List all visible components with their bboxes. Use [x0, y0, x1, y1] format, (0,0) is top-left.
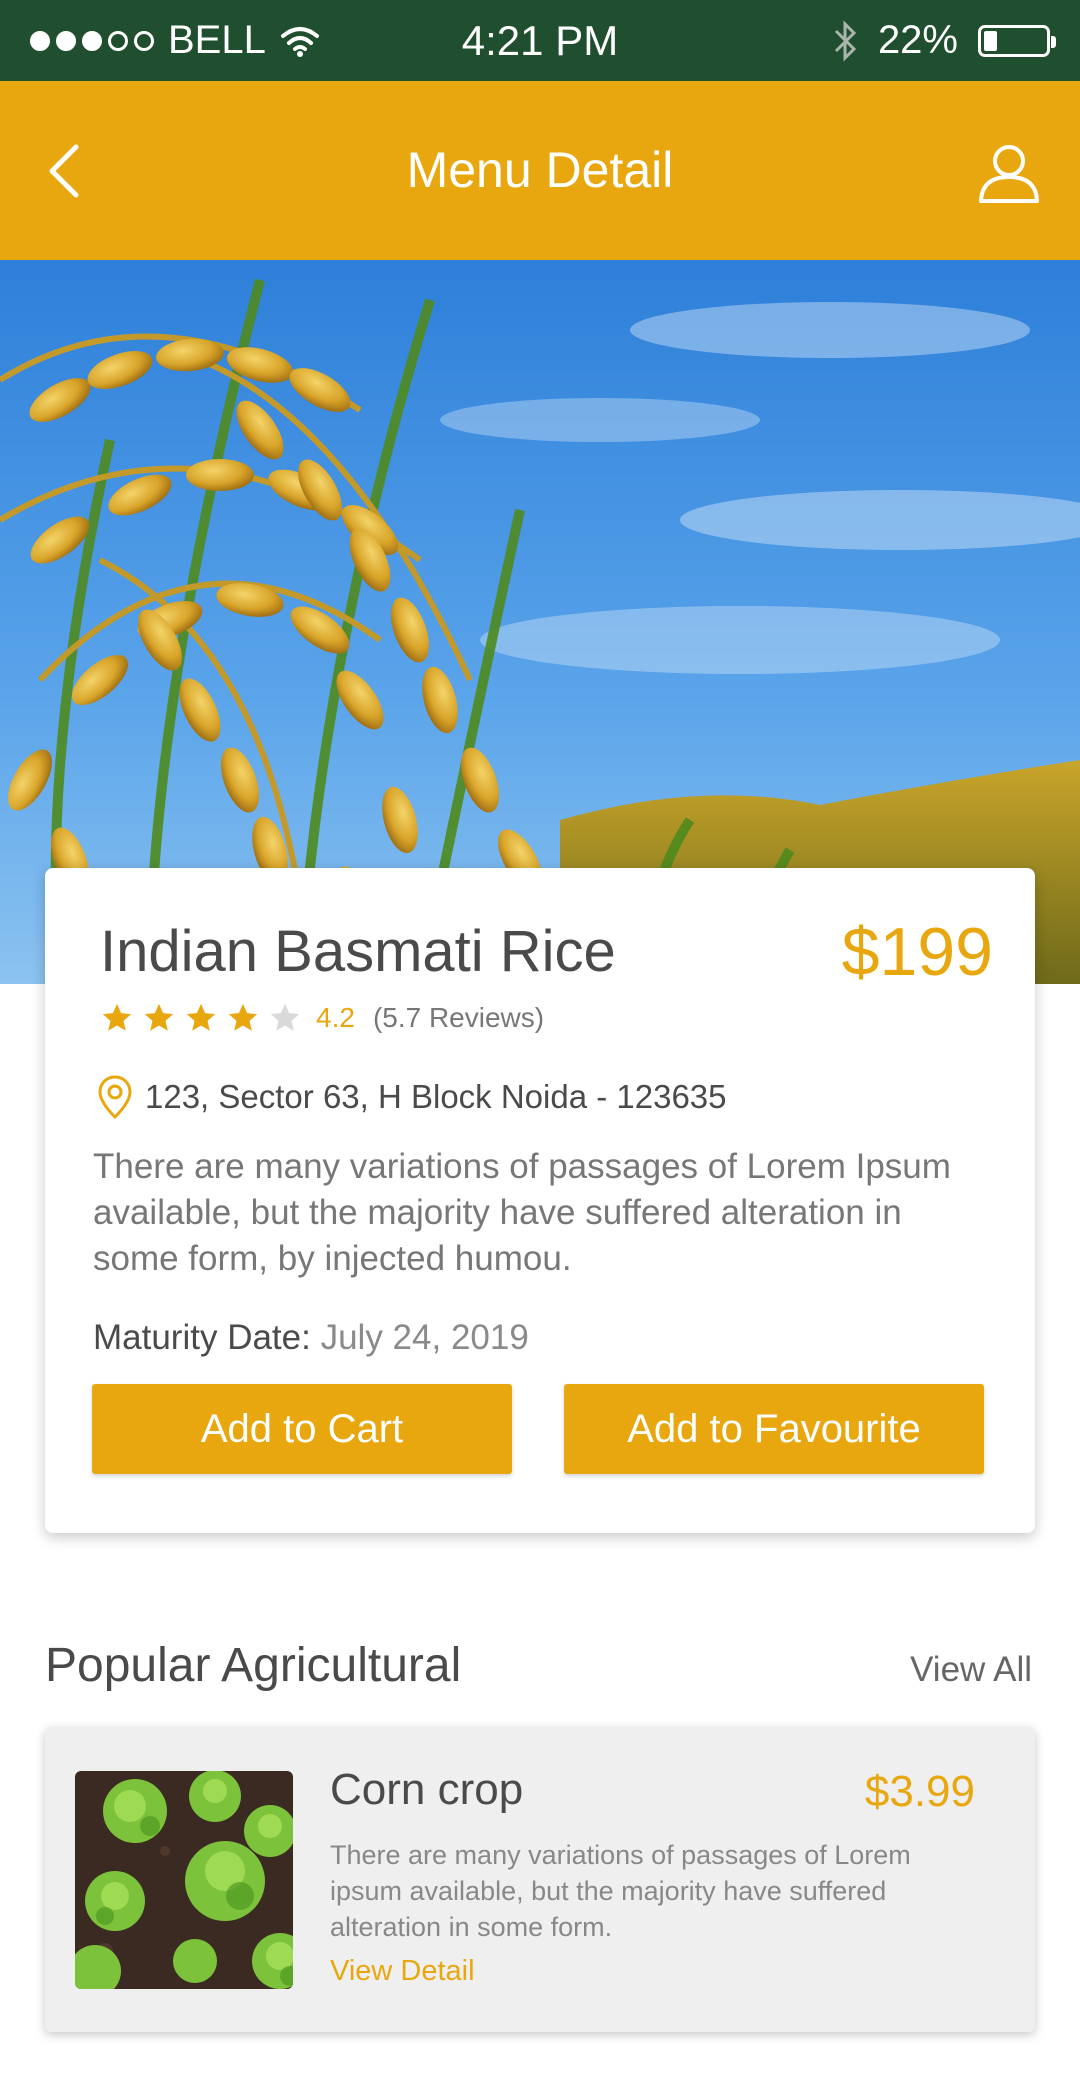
rating-row: 4.2 (5.7 Reviews) — [100, 996, 544, 1040]
view-detail-link[interactable]: View Detail — [330, 1955, 475, 1988]
battery-level — [984, 30, 997, 51]
item-price: $3.99 — [864, 1767, 975, 1816]
item-title: Corn crop — [330, 1765, 524, 1814]
bluetooth-icon — [834, 19, 857, 62]
maturity-date: Maturity Date: July 24, 2019 — [93, 1318, 529, 1358]
star-empty-icon — [270, 1003, 300, 1031]
maturity-value: July 24, 2019 — [320, 1318, 529, 1357]
star-filled-icon — [228, 1003, 258, 1031]
user-icon[interactable] — [978, 141, 1040, 203]
star-filled-icon — [102, 1003, 132, 1031]
item-description: There are many variations of passages of… — [330, 1840, 911, 1942]
rating-stars — [100, 1001, 310, 1035]
list-item[interactable]: Corn crop $3.99 There are many variation… — [45, 1727, 1035, 2032]
product-thumbnail — [75, 1771, 293, 1989]
page-title: Menu Detail — [406, 142, 674, 198]
location-row: 123, Sector 63, H Block Noida - 123635 — [97, 1074, 727, 1120]
product-description: There are many variations of passages of… — [93, 1147, 951, 1278]
product-price: $199 — [841, 914, 993, 990]
star-filled-icon — [186, 1003, 216, 1031]
battery-percent: 22% — [877, 18, 958, 62]
star-filled-icon — [144, 1003, 174, 1031]
app-header: Menu Detail — [0, 81, 1080, 260]
location-pin-icon — [98, 1075, 132, 1120]
view-all-link[interactable]: View All — [910, 1650, 1032, 1690]
status-right: 22% — [832, 0, 1056, 81]
status-bar: BELL 4:21 PM 22% — [0, 0, 1080, 81]
product-detail-card: Indian Basmati Rice $199 4.2 (5.7 Review… — [45, 868, 1035, 1533]
review-count: (5.7 Reviews) — [372, 1002, 545, 1033]
maturity-label: Maturity Date: — [93, 1318, 311, 1357]
add-to-favourite-button[interactable]: Add to Favourite — [564, 1384, 984, 1474]
add-to-cart-button[interactable]: Add to Cart — [92, 1384, 512, 1474]
rating-value: 4.2 — [316, 1002, 355, 1033]
section-title: Popular Agricultural — [45, 1639, 462, 1692]
battery-icon — [978, 24, 1056, 57]
location-address: 123, Sector 63, H Block Noida - 123635 — [145, 1078, 727, 1115]
product-title: Indian Basmati Rice — [100, 919, 616, 984]
